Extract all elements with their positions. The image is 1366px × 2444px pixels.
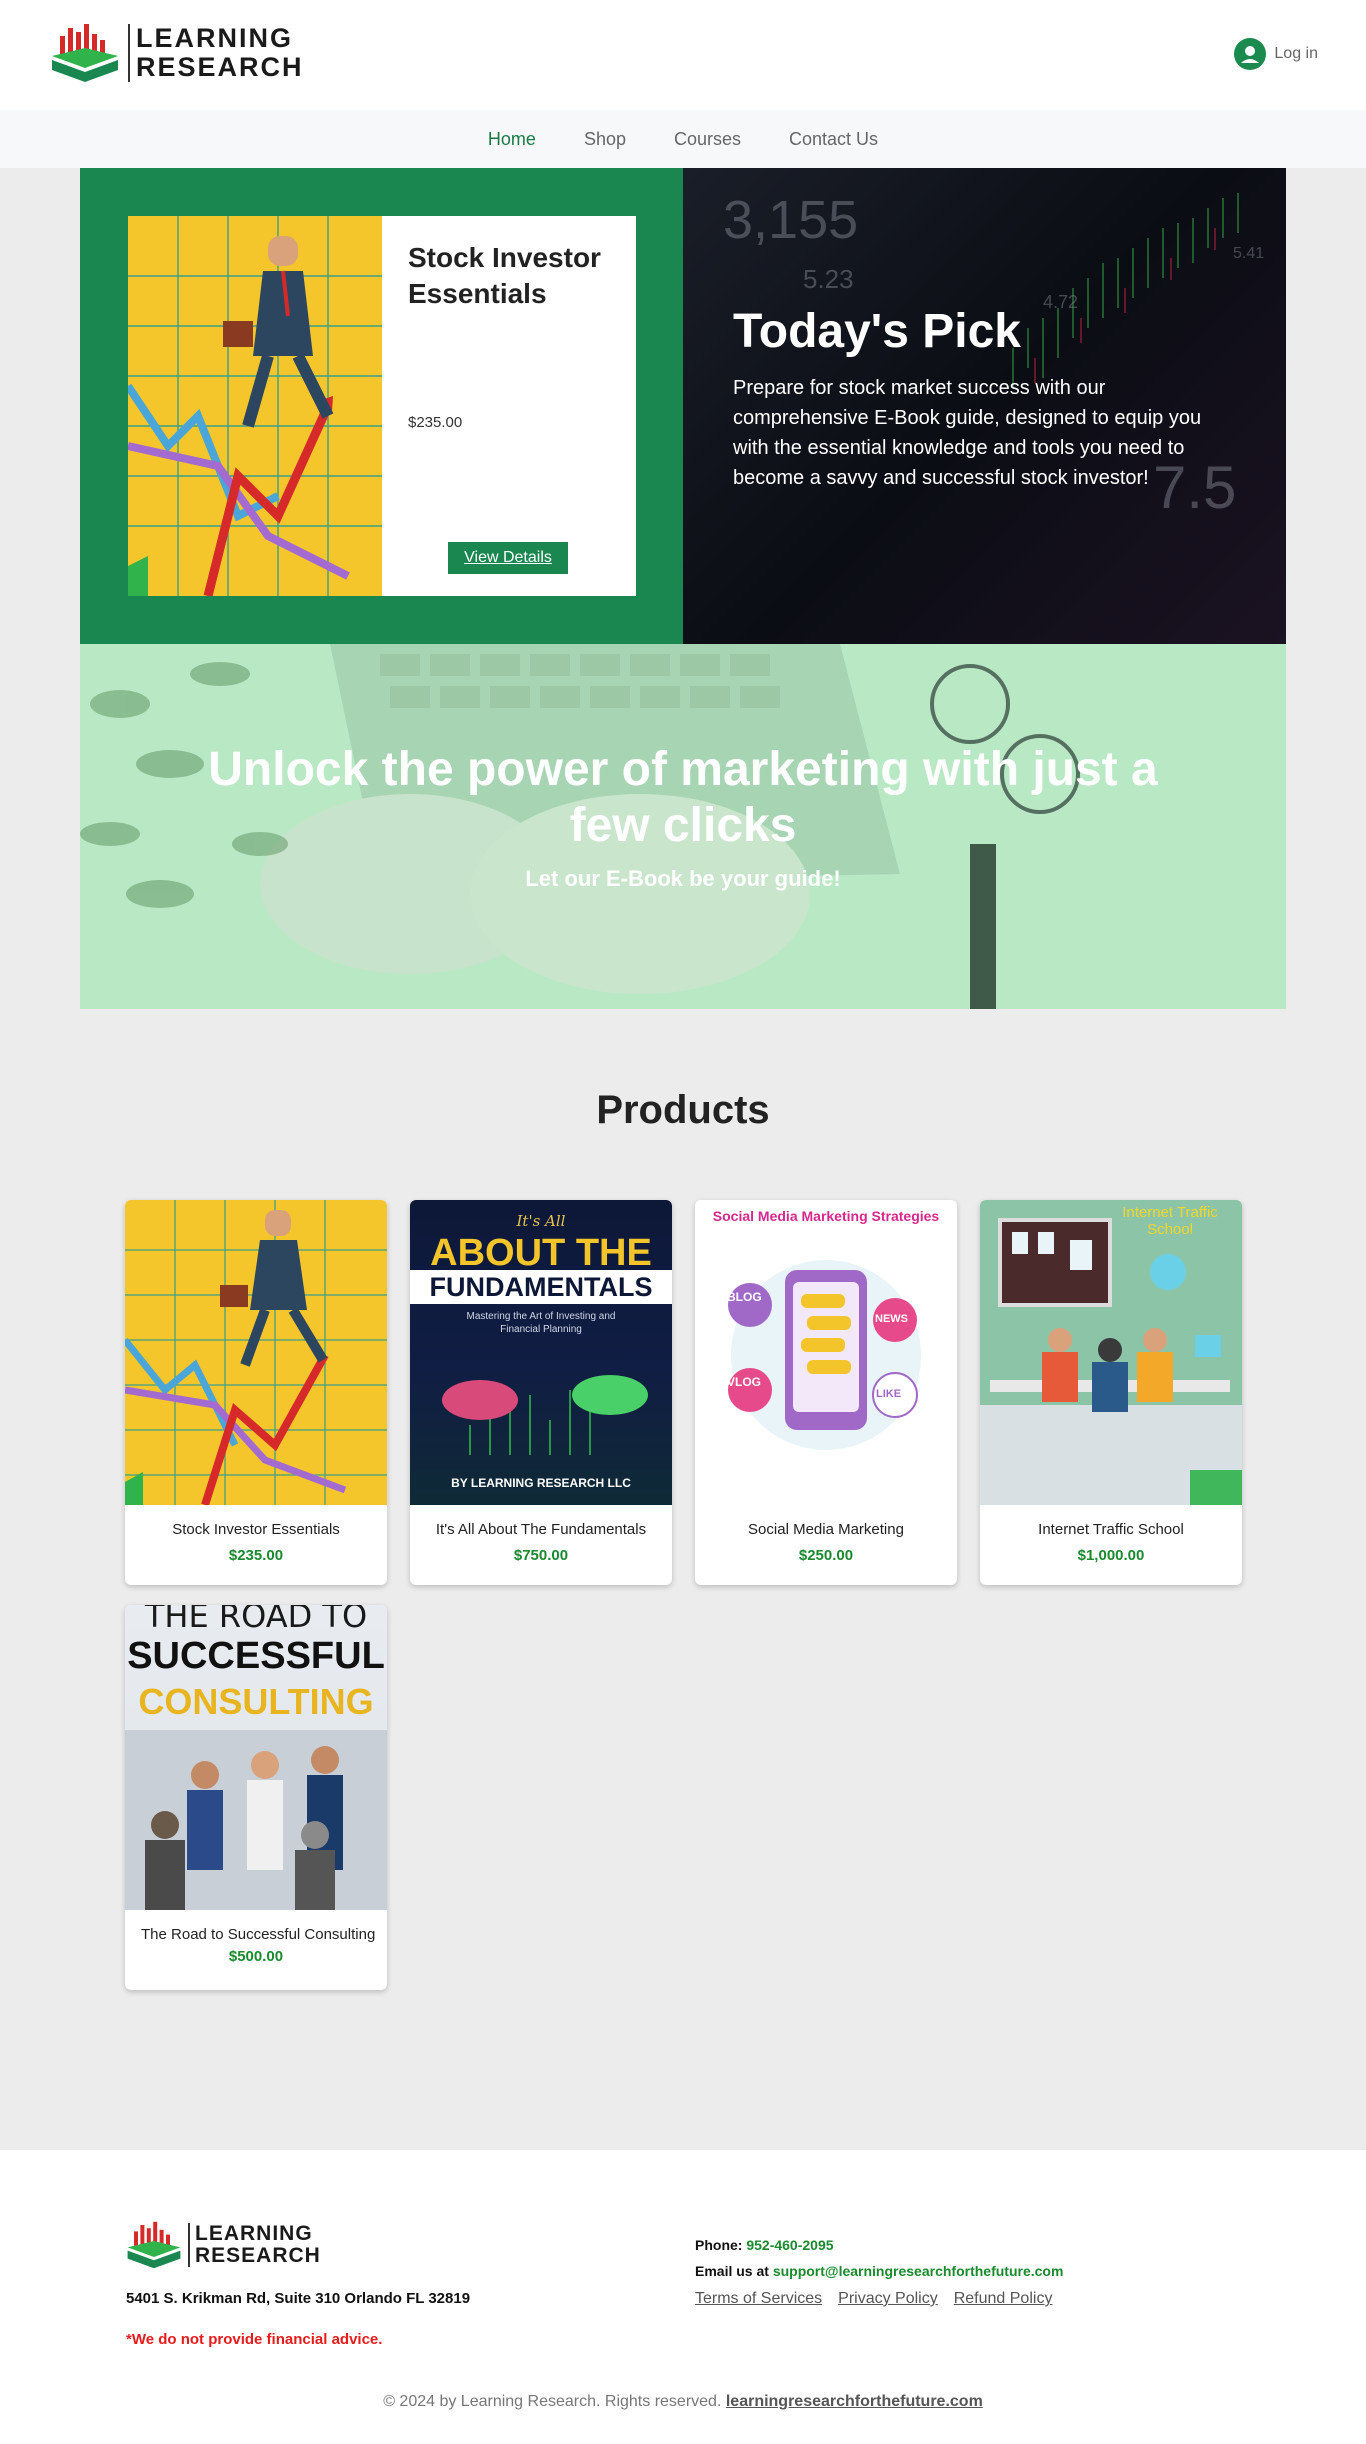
nav-home[interactable]: Home	[488, 129, 536, 150]
logo-line-2: RESEARCH	[136, 52, 304, 82]
product-image[interactable]: Internet Traffic School	[980, 1200, 1242, 1505]
cover-main-text: ABOUT THE	[430, 1232, 652, 1274]
product-name[interactable]: It's All About The Fundamentals	[410, 1505, 672, 1539]
footer-logo-text: LEARNING RESEARCH	[188, 2223, 321, 2267]
product-card[interactable]: It's All ABOUT THE FUNDAMENTALS Masterin…	[410, 1200, 672, 1585]
product-name[interactable]: Internet Traffic School	[980, 1505, 1242, 1539]
email-label: Email us at	[695, 2263, 769, 2279]
site-logo[interactable]: LEARNING RESEARCH	[50, 22, 304, 84]
footer-links: Terms of Services Privacy Policy Refund …	[695, 2290, 1052, 2308]
login-label: Log in	[1274, 45, 1318, 62]
email-link[interactable]: support@learningresearchforthefuture.com	[773, 2263, 1064, 2279]
business-people-icon	[125, 1730, 387, 1910]
svg-text:5.41: 5.41	[1233, 245, 1264, 262]
phone-link[interactable]: 952-460-2095	[746, 2237, 833, 2253]
svg-text:4.72: 4.72	[1043, 292, 1078, 312]
product-price: $1,000.00	[1077, 1547, 1145, 1564]
svg-text:5.23: 5.23	[803, 264, 854, 294]
cover-tag: LIKE	[876, 1388, 902, 1400]
product-image[interactable]: Social Media Marketing Strategies BLOG V…	[695, 1200, 957, 1505]
todays-pick-panel: Stock Investor Essentials $235.00 View D…	[80, 168, 683, 644]
logo-mark-icon	[52, 24, 118, 82]
terms-link[interactable]: Terms of Services	[695, 2290, 822, 2308]
footer-contact: Phone: 952-460-2095 Email us at support@…	[695, 2232, 1063, 2284]
logo-line-1: LEARNING	[136, 23, 293, 53]
product-name[interactable]: Stock Investor Essentials	[125, 1505, 387, 1539]
site-header: LEARNING RESEARCH Log in	[0, 0, 1366, 110]
stock-investor-cover-image[interactable]	[128, 216, 382, 596]
phone-label: Phone:	[695, 2237, 743, 2253]
cover-subtitle: Mastering the Art of Investing and Finan…	[466, 1311, 616, 1335]
nav-contact-us[interactable]: Contact Us	[789, 129, 878, 150]
product-image[interactable]	[125, 1200, 387, 1505]
footer-address: 5401 S. Krikman Rd, Suite 310 Orlando FL…	[126, 2290, 471, 2307]
product-price: $235.00	[228, 1547, 284, 1564]
product-price: $750.00	[513, 1547, 569, 1564]
product-card[interactable]: Stock Investor Essentials $235.00	[125, 1200, 387, 1585]
footer-logo[interactable]: LEARNING RESEARCH	[126, 2220, 321, 2270]
user-avatar-icon	[1234, 38, 1267, 70]
footer-disclaimer: *We do not provide financial advice.	[126, 2331, 383, 2348]
todays-pick-card: Stock Investor Essentials $235.00 View D…	[128, 216, 636, 596]
site-footer: LEARNING RESEARCH 5401 S. Krikman Rd, Su…	[0, 2150, 1366, 2444]
footer-copyright: © 2024 by Learning Research. Rights rese…	[0, 2393, 1366, 2411]
office-illustration-icon	[980, 1218, 1242, 1505]
product-image[interactable]: THE ROAD TO SUCCESSFUL CONSULTING	[125, 1605, 387, 1910]
cover-tag: NEWS	[875, 1313, 908, 1325]
product-price: $250.00	[798, 1547, 854, 1564]
email-row: Email us at support@learningresearchfort…	[695, 2258, 1063, 2284]
pick-product-price: $235.00	[408, 414, 463, 431]
cover-main2-text: FUNDAMENTALS	[410, 1270, 672, 1304]
phone-row: Phone: 952-460-2095	[695, 2232, 1063, 2258]
site-link[interactable]: learningresearchforthefuture.com	[726, 2393, 983, 2410]
banner-subtitle: Let our E-Book be your guide!	[525, 866, 841, 891]
product-card[interactable]: THE ROAD TO SUCCESSFUL CONSULTING The Ro…	[125, 1605, 387, 1990]
product-price: $500.00	[228, 1948, 284, 1965]
cover-top-text: THE ROAD TO	[144, 1605, 368, 1635]
pick-product-title[interactable]: Stock Investor Essentials	[408, 240, 618, 312]
privacy-link[interactable]: Privacy Policy	[838, 2290, 938, 2308]
main-nav: Home Shop Courses Contact Us	[0, 110, 1366, 168]
nav-courses[interactable]: Courses	[674, 129, 741, 150]
logo-text: LEARNING RESEARCH	[128, 24, 304, 82]
logo-line-1: LEARNING	[195, 2222, 313, 2245]
marketing-banner: Unlock the power of marketing with just …	[80, 644, 1286, 1009]
cover-tag: VLOG	[727, 1375, 762, 1389]
product-name[interactable]: Social Media Marketing	[695, 1505, 957, 1539]
product-card[interactable]: Internet Traffic School Internet Traffic…	[980, 1200, 1242, 1585]
cover-author: BY LEARNING RESEARCH LLC	[451, 1476, 631, 1490]
login-button[interactable]: Log in	[1234, 38, 1318, 70]
todays-pick-heading: Today's Pick	[733, 305, 1021, 358]
cover-main-text: SUCCESSFUL	[127, 1635, 385, 1677]
bull-bear-icon	[442, 1375, 648, 1455]
logo-line-2: RESEARCH	[195, 2244, 321, 2267]
cover-top-text: It's All	[516, 1212, 566, 1230]
todays-pick-description: Prepare for stock market success with ou…	[733, 377, 1202, 489]
todays-pick-section: Stock Investor Essentials $235.00 View D…	[80, 168, 1286, 644]
products-heading: Products	[596, 1088, 770, 1132]
logo-mark-icon	[127, 2221, 181, 2269]
cover-tag: BLOG	[727, 1290, 762, 1304]
banner-title: Unlock the power of marketing with just …	[208, 743, 1158, 852]
refund-link[interactable]: Refund Policy	[954, 2290, 1053, 2308]
nav-shop[interactable]: Shop	[584, 129, 626, 150]
view-details-button[interactable]: View Details	[448, 542, 568, 574]
product-image[interactable]: It's All ABOUT THE FUNDAMENTALS Masterin…	[410, 1200, 672, 1505]
todays-pick-info: 3,155 5.23 4.72 5.41 7.5 Today's Pick Pr…	[683, 168, 1286, 644]
phone-illustration-icon	[728, 1260, 921, 1450]
svg-text:3,155: 3,155	[723, 190, 858, 250]
product-card[interactable]: Social Media Marketing Strategies BLOG V…	[695, 1200, 957, 1585]
product-name[interactable]: The Road to Successful Consulting	[125, 1910, 387, 1944]
cover-main2-text: CONSULTING	[138, 1681, 374, 1722]
cover-title: Social Media Marketing Strategies	[712, 1208, 940, 1224]
copyright-text: © 2024 by Learning Research. Rights rese…	[383, 2393, 722, 2410]
